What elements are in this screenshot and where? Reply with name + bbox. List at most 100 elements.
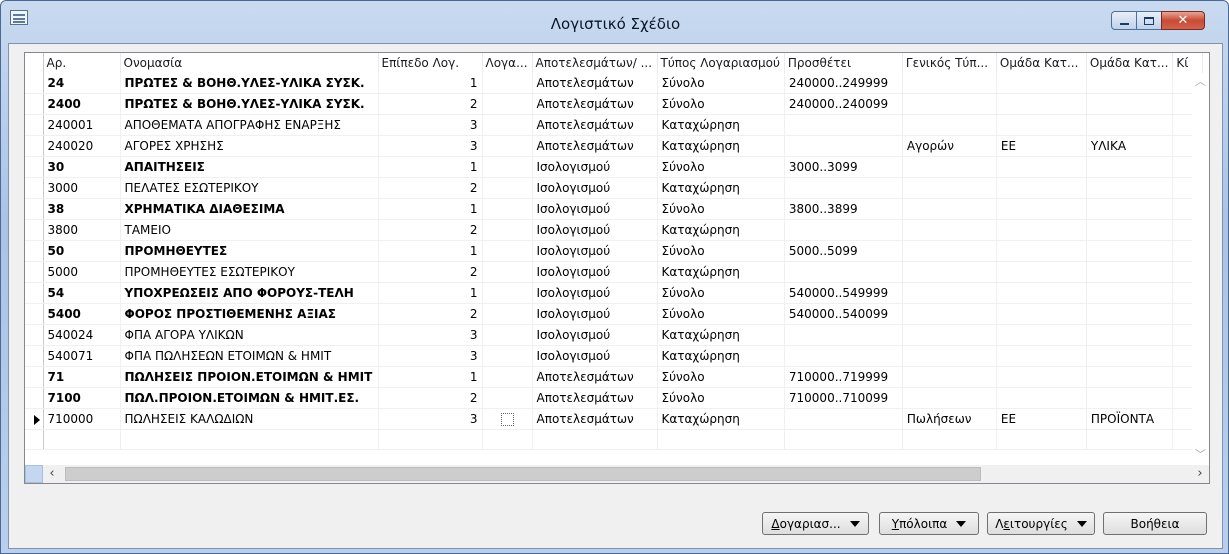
cell-posting-flag[interactable] [482, 345, 533, 367]
cell-totaling[interactable] [784, 345, 903, 367]
cell-totaling[interactable] [784, 219, 903, 241]
cell-posting-flag[interactable] [482, 303, 533, 325]
cell-type[interactable]: Ισολογισμού [532, 198, 658, 220]
cell-g2[interactable] [1086, 366, 1174, 388]
cell-g1[interactable]: ΕΕ [996, 135, 1087, 157]
cell-posting-flag[interactable] [482, 135, 533, 157]
cell-type[interactable]: Ισολογισμού [532, 156, 658, 178]
cell-acct[interactable]: Σύνολο [657, 156, 785, 178]
cell-type[interactable]: Αποτελεσμάτων [532, 73, 658, 94]
cell-gen[interactable]: Πωλήσεων [902, 408, 997, 430]
row-selector[interactable] [25, 73, 44, 94]
table-row[interactable]: 3000 ΠΕΛΑΤΕΣ ΕΣΩΤΕΡΙΚΟΥ 2 Ισολογισμού Καταχώ… [25, 177, 1204, 199]
cell-name[interactable]: ΠΩΛΗΣΕΙΣ ΚΑΛΩΔΙΩΝ [120, 408, 379, 430]
title-bar[interactable]: Λογιστικό Σχέδιο ✕ [1, 1, 1228, 43]
cell-gen[interactable] [902, 114, 997, 136]
cell-acct[interactable]: Καταχώρηση [657, 114, 785, 136]
empty-cell[interactable] [120, 429, 379, 450]
cell-g1[interactable] [996, 177, 1087, 199]
cell-g1[interactable] [996, 387, 1087, 409]
cell-name[interactable]: ΑΠΟΘΕΜΑΤΑ ΑΠΟΓΡΑΦΗΣ ΕΝΑΡΞΗΣ [120, 114, 379, 136]
cell-g1[interactable] [996, 282, 1087, 304]
cell-name[interactable]: ΦΠΑ ΑΓΟΡΑ ΥΛΙΚΩΝ [120, 324, 379, 346]
row-selector[interactable] [25, 198, 44, 220]
cell-acct[interactable]: Σύνολο [657, 240, 785, 262]
cell-level[interactable]: 2 [378, 177, 483, 199]
accounts-menu-button[interactable]: Δογαριασ... [762, 512, 869, 535]
cell-level[interactable]: 2 [378, 387, 483, 409]
cell-no[interactable]: 71 [43, 366, 121, 388]
empty-cell[interactable] [43, 429, 121, 450]
cell-no[interactable]: 5000 [43, 261, 121, 283]
column-header[interactable]: Ονομασία [120, 53, 379, 73]
cell-g1[interactable] [996, 366, 1087, 388]
cell-posting-flag[interactable] [482, 282, 533, 304]
help-button[interactable]: Βοήθεια [1103, 512, 1207, 535]
cell-level[interactable]: 1 [378, 198, 483, 220]
empty-cell[interactable] [1086, 429, 1174, 450]
column-header[interactable]: Τύπος Λογαριασμού [657, 53, 785, 73]
column-header[interactable]: Γενικός Τύπ... [902, 53, 997, 73]
table-row[interactable]: 3800 ΤΑΜΕΙΟ 2 Ισολογισμού Καταχώρηση [25, 219, 1204, 241]
cell-gen[interactable]: Αγορών [902, 135, 997, 157]
row-selector[interactable] [25, 345, 44, 367]
cell-name[interactable]: ΑΠΑΙΤΗΣΕΙΣ [120, 156, 379, 178]
cell-gen[interactable] [902, 366, 997, 388]
cell-g2[interactable] [1086, 198, 1174, 220]
cell-name[interactable]: ΠΡΩΤΕΣ & ΒΟΗΘ.ΥΛΕΣ-ΥΛΙΚΑ ΣΥΣΚ. [120, 73, 379, 94]
cell-name[interactable]: ΠΡΟΜΗΘΕΥΤΕΣ [120, 240, 379, 262]
row-selector[interactable] [25, 387, 44, 409]
cell-level[interactable]: 1 [378, 240, 483, 262]
cell-gen[interactable] [902, 219, 997, 241]
cell-level[interactable]: 3 [378, 324, 483, 346]
cell-totaling[interactable]: 240000..240099 [784, 93, 903, 115]
cell-g2[interactable] [1086, 387, 1174, 409]
cell-g1[interactable] [996, 219, 1087, 241]
cell-posting-flag[interactable] [482, 408, 533, 430]
cell-gen[interactable] [902, 345, 997, 367]
cell-name[interactable]: ΥΠΟΧΡΕΩΣΕΙΣ ΑΠΟ ΦΟΡΟΥΣ-ΤΕΛΗ [120, 282, 379, 304]
chevron-right-icon[interactable]: › [1191, 465, 1209, 483]
cell-name[interactable]: ΦΟΡΟΣ ΠΡΟΣΤΙΘΕΜΕΝΗΣ ΑΞΙΑΣ [120, 303, 379, 325]
cell-g1[interactable] [996, 114, 1087, 136]
cell-acct[interactable]: Καταχώρηση [657, 177, 785, 199]
table-row[interactable]: 24 ΠΡΩΤΕΣ & ΒΟΗΘ.ΥΛΕΣ-ΥΛΙΚΑ ΣΥΣΚ. 1 Αποτελε… [25, 73, 1204, 94]
cell-totaling[interactable] [784, 135, 903, 157]
functions-menu-button[interactable]: Λειτουργίες [987, 512, 1095, 535]
table-row[interactable]: 5000 ΠΡΟΜΗΘΕΥΤΕΣ ΕΣΩΤΕΡΙΚΟΥ 2 Ισολογισμού Κα… [25, 261, 1204, 283]
cell-type[interactable]: Ισολογισμού [532, 345, 658, 367]
cell-g1[interactable] [996, 303, 1087, 325]
cell-posting-flag[interactable] [482, 387, 533, 409]
cell-gen[interactable] [902, 324, 997, 346]
column-header[interactable]: Αποτελεσμάτων/ ... [532, 53, 658, 73]
cell-g1[interactable] [996, 240, 1087, 262]
cell-no[interactable]: 240020 [43, 135, 121, 157]
cell-acct[interactable]: Καταχώρηση [657, 345, 785, 367]
cell-acct[interactable]: Καταχώρηση [657, 324, 785, 346]
cell-gen[interactable] [902, 198, 997, 220]
maximize-button[interactable] [1136, 11, 1162, 30]
table-row[interactable]: 54 ΥΠΟΧΡΕΩΣΕΙΣ ΑΠΟ ΦΟΡΟΥΣ-ΤΕΛΗ 1 Ισολογισμο… [25, 282, 1204, 304]
cell-no[interactable]: 240001 [43, 114, 121, 136]
cell-type[interactable]: Αποτελεσμάτων [532, 387, 658, 409]
cell-level[interactable]: 3 [378, 345, 483, 367]
cell-totaling[interactable]: 540000..540099 [784, 303, 903, 325]
cell-type[interactable]: Αποτελεσμάτων [532, 408, 658, 430]
cell-g2[interactable] [1086, 177, 1174, 199]
cell-name[interactable]: ΧΡΗΜΑΤΙΚΑ ΔΙΑΘΕΣΙΜΑ [120, 198, 379, 220]
empty-cell[interactable] [902, 429, 997, 450]
table-row[interactable]: 30 ΑΠΑΙΤΗΣΕΙΣ 1 Ισολογισμού Σύνολο 3000..3099 [25, 156, 1204, 178]
column-header[interactable]: Κί [1172, 53, 1204, 73]
cell-gen[interactable] [902, 240, 997, 262]
cell-type[interactable]: Αποτελεσμάτων [532, 93, 658, 115]
row-selector[interactable] [25, 156, 44, 178]
cell-type[interactable]: Αποτελεσμάτων [532, 366, 658, 388]
cell-acct[interactable]: Σύνολο [657, 366, 785, 388]
column-header[interactable]: Ομάδα Κατ... [1086, 53, 1174, 73]
cell-totaling[interactable]: 5000..5099 [784, 240, 903, 262]
row-selector[interactable] [25, 429, 44, 450]
cell-g2[interactable]: ΥΛΙΚΑ [1086, 135, 1174, 157]
cell-g2[interactable] [1086, 93, 1174, 115]
row-selector[interactable] [25, 177, 44, 199]
minimize-button[interactable] [1111, 11, 1137, 30]
